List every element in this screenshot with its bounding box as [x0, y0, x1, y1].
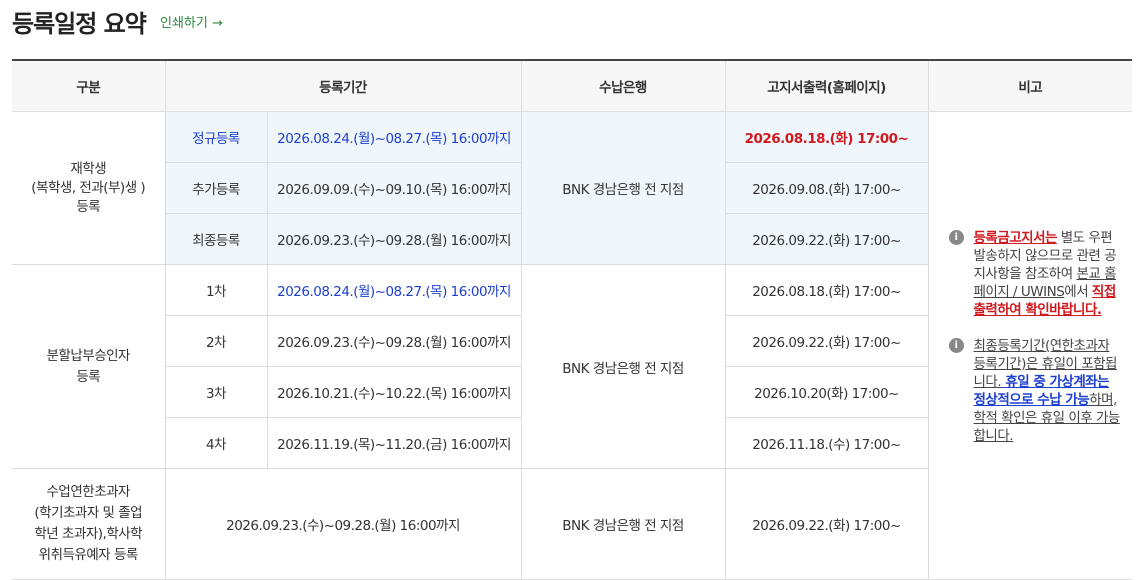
category-extra: 수업연한초과자 (학기초과자 및 졸업 학년 초과자),학사학 위취득유예자 등… — [12, 468, 166, 580]
period-cell: 2026.09.09.(수)~09.10.(목) 16:00까지 — [266, 162, 522, 214]
sub-label: 3차 — [164, 366, 268, 418]
category-enrolled: 재학생 (복학생, 전과(부)생 ) 등록 — [12, 111, 166, 265]
category-installment: 분할납부승인자 등록 — [12, 264, 166, 469]
page-header: 등록일정 요약 인쇄하기 → — [0, 0, 1143, 60]
bank-cell: BNK 경남은행 전 지점 — [520, 111, 726, 265]
notice-cell: 2026.11.18.(수) 17:00~ — [724, 417, 929, 469]
period-cell: 2026.09.23.(수)~09.28.(월) 16:00까지 — [164, 468, 522, 580]
notice-cell: 2026.09.22.(화) 17:00~ — [724, 213, 929, 265]
bank-cell: BNK 경남은행 전 지점 — [520, 468, 726, 580]
table-row: 재학생 (복학생, 전과(부)생 ) 등록 정규등록 2026.08.24.(월… — [12, 111, 1132, 580]
sub-label: 최종등록 — [164, 213, 268, 265]
period-cell: 2026.09.23.(수)~09.28.(월) 16:00까지 — [266, 213, 522, 265]
period-cell: 2026.10.21.(수)~10.22.(목) 16:00까지 — [266, 366, 522, 418]
schedule-table: 구분 등록기간 수납은행 고지서출력(홈페이지) 비고 재학생 (복학생, 전과… — [12, 59, 1132, 580]
col-header-remarks: 비고 — [927, 59, 1132, 112]
period-cell: 2026.08.24.(월)~08.27.(목) 16:00까지 — [266, 111, 522, 163]
info-icon: i — [948, 229, 964, 245]
remarks-cell: i 등록금고지서는 별도 우편발송하지 않으므로 관련 공지사항을 참조하여 본… — [927, 111, 1132, 580]
page-title: 등록일정 요약 — [12, 10, 147, 38]
period-cell: 2026.09.23.(수)~09.28.(월) 16:00까지 — [266, 315, 522, 367]
notice-cell: 2026.09.22.(화) 17:00~ — [724, 315, 929, 367]
sub-label: 1차 — [164, 264, 268, 316]
notice-cell: 2026.08.18.(화) 17:00~ — [724, 264, 929, 316]
col-header-bank: 수납은행 — [520, 59, 726, 112]
bank-cell: BNK 경남은행 전 지점 — [520, 264, 726, 469]
table-header-row: 구분 등록기간 수납은행 고지서출력(홈페이지) 비고 — [12, 59, 1132, 112]
col-header-period: 등록기간 — [164, 59, 522, 112]
notice-cell: 2026.09.22.(화) 17:00~ — [724, 468, 929, 580]
notice-cell: 2026.10.20(화) 17:00~ — [724, 366, 929, 418]
period-cell: 2026.08.24.(월)~08.27.(목) 16:00까지 — [266, 264, 522, 316]
notice-cell: 2026.08.18.(화) 17:00~ — [724, 111, 929, 163]
sub-label: 정규등록 — [164, 111, 268, 163]
note-item: i 등록금고지서는 별도 우편발송하지 않으므로 관련 공지사항을 참조하여 본… — [948, 229, 1121, 319]
sub-label: 2차 — [164, 315, 268, 367]
print-link[interactable]: 인쇄하기 → — [160, 12, 223, 31]
col-header-category: 구분 — [12, 59, 166, 112]
notice-cell: 2026.09.08.(화) 17:00~ — [724, 162, 929, 214]
info-icon: i — [948, 337, 964, 353]
period-cell: 2026.11.19.(목)~11.20.(금) 16:00까지 — [266, 417, 522, 469]
sub-label: 추가등록 — [164, 162, 268, 214]
sub-label: 4차 — [164, 417, 268, 469]
col-header-notice: 고지서출력(홈페이지) — [724, 59, 929, 112]
note-item: i 최종등록기간(연한초과자등록기간)은 휴일이 포함됩니다. 휴일 중 가상계… — [948, 337, 1120, 445]
